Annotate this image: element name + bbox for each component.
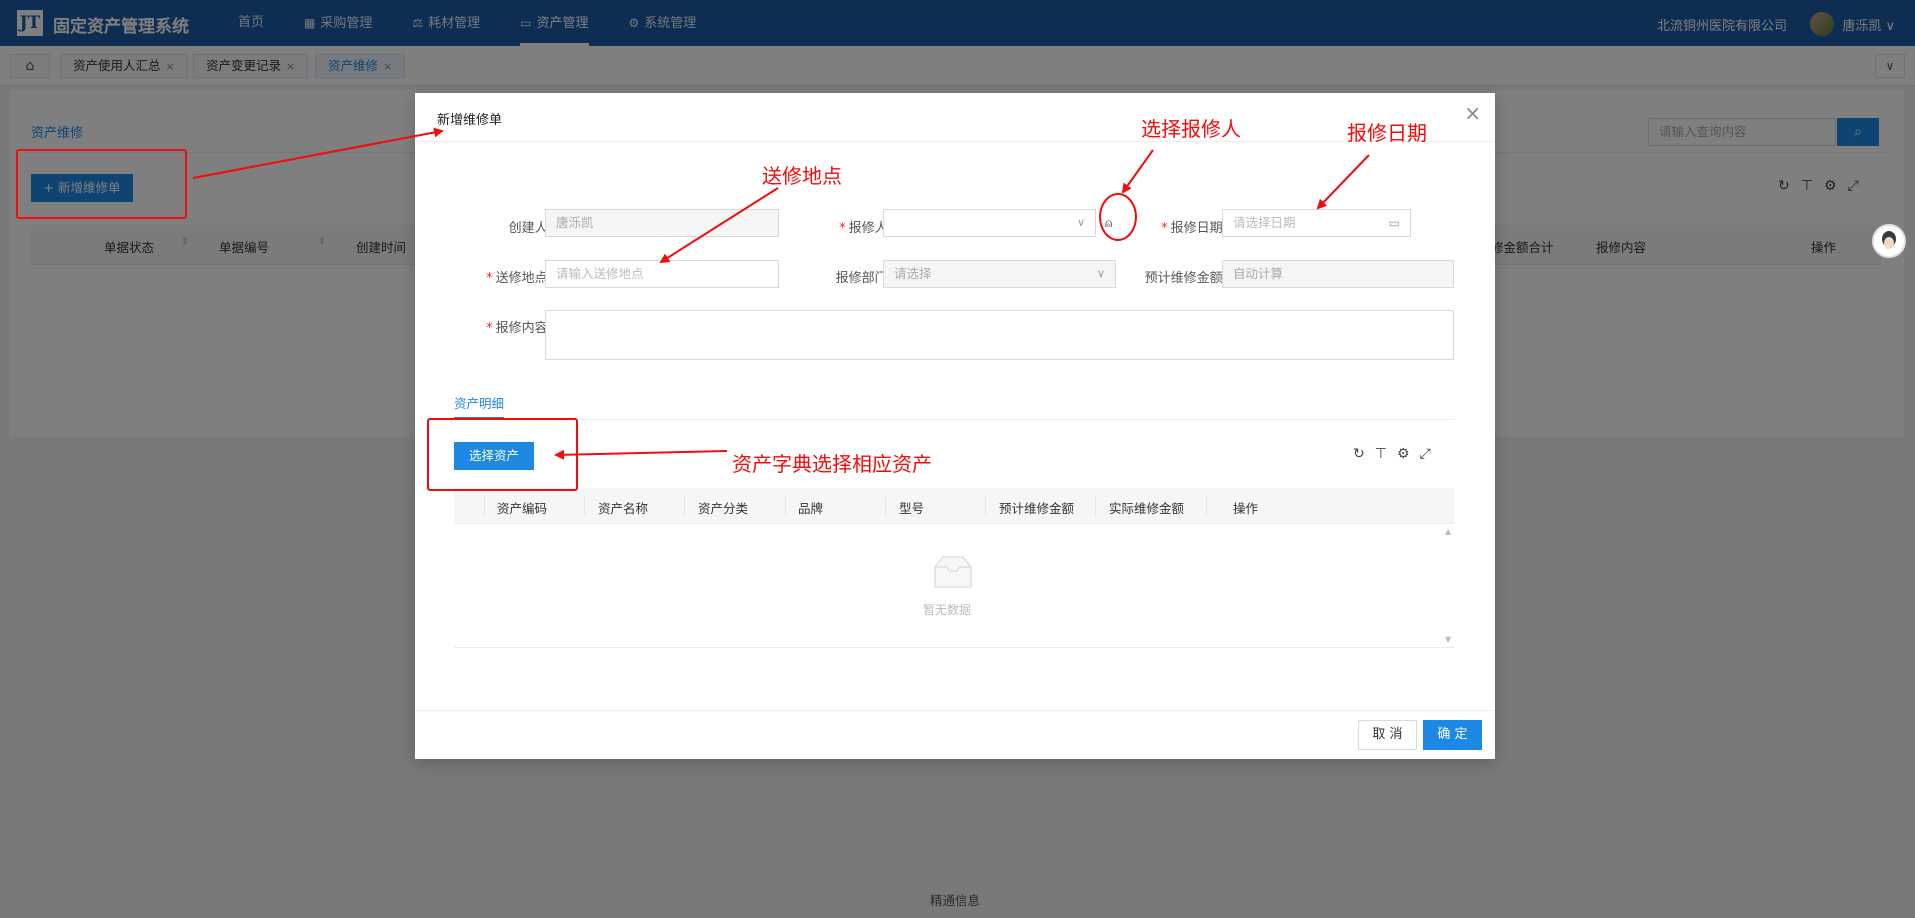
close-icon[interactable]: × bbox=[1464, 103, 1481, 123]
column-header: 预计维修金额 bbox=[999, 501, 1075, 516]
annotation-asset-dict: 资产字典选择相应资产 bbox=[732, 452, 932, 476]
tab-asset-details[interactable]: 资产明细 bbox=[454, 393, 504, 412]
column-header: 实际维修金额 bbox=[1109, 501, 1185, 516]
divider bbox=[454, 419, 1455, 420]
column-header: 资产编码 bbox=[497, 501, 548, 516]
scroll-up-icon[interactable]: ▲ bbox=[1445, 527, 1451, 536]
fullscreen-icon[interactable]: ⤢ bbox=[1420, 446, 1441, 462]
department-label: 报修部门: bbox=[835, 271, 892, 286]
scroll-down-icon[interactable]: ▼ bbox=[1445, 635, 1451, 644]
calendar-icon: ▭ bbox=[1388, 216, 1400, 230]
column-header: 操作 bbox=[1233, 501, 1259, 516]
divider bbox=[454, 647, 1454, 648]
empty-text: 暂无数据 bbox=[923, 603, 972, 617]
annotation-box-add bbox=[16, 149, 187, 219]
refresh-icon[interactable]: ↻ bbox=[1353, 446, 1375, 462]
annotation-box-select-asset bbox=[427, 418, 578, 491]
column-header: 型号 bbox=[899, 501, 925, 516]
content-textarea[interactable] bbox=[545, 310, 1454, 360]
column-header: 品牌 bbox=[798, 501, 824, 516]
chevron-down-icon: ∨ bbox=[1096, 267, 1105, 280]
content-label: * 报修内容: bbox=[486, 321, 552, 336]
annotation-location: 送修地点 bbox=[762, 164, 842, 188]
confirm-button[interactable]: 确 定 bbox=[1423, 720, 1482, 750]
column-header: 资产名称 bbox=[598, 501, 649, 516]
settings-icon[interactable]: ⚙ bbox=[1397, 446, 1420, 462]
location-label: * 送修地点: bbox=[486, 271, 552, 286]
column-height-icon[interactable]: ⊤ bbox=[1375, 446, 1397, 462]
dialog-title: 新增维修单 bbox=[437, 113, 503, 128]
annotation-select-reporter: 选择报修人 bbox=[1141, 117, 1241, 141]
divider bbox=[415, 710, 1495, 711]
cancel-button[interactable]: 取 消 bbox=[1358, 720, 1417, 750]
annotation-circle-reporter bbox=[1099, 193, 1137, 241]
divider bbox=[415, 141, 1495, 142]
reporter-label: * 报修人: bbox=[839, 221, 892, 236]
report-date-label: * 报修日期: bbox=[1161, 221, 1227, 236]
assistant-avatar[interactable] bbox=[1872, 224, 1906, 258]
creator-label: 创建人: bbox=[508, 221, 552, 236]
estimated-amount-label: 预计维修金额: bbox=[1144, 271, 1227, 286]
reporter-select[interactable]: ∨ bbox=[883, 209, 1096, 237]
creator-field: 唐泺凯 bbox=[545, 209, 779, 237]
report-date-picker[interactable]: 请选择日期 ▭ bbox=[1222, 209, 1411, 237]
asset-table-header: 资产编码 资产名称 资产分类 品牌 型号 预计维修金额 实际维修金额 操作 bbox=[454, 488, 1454, 524]
empty-box-icon bbox=[934, 556, 972, 588]
annotation-report-date: 报修日期 bbox=[1347, 121, 1427, 145]
column-header: 资产分类 bbox=[698, 501, 749, 516]
estimated-amount-field: 自动计算 bbox=[1222, 260, 1454, 288]
table-toolbar: ↻⊤⚙⤢ bbox=[1353, 446, 1441, 462]
department-select[interactable]: 请选择 ∨ bbox=[883, 260, 1116, 288]
chevron-down-icon: ∨ bbox=[1076, 216, 1085, 229]
location-input[interactable]: 请输入送修地点 bbox=[545, 260, 779, 288]
